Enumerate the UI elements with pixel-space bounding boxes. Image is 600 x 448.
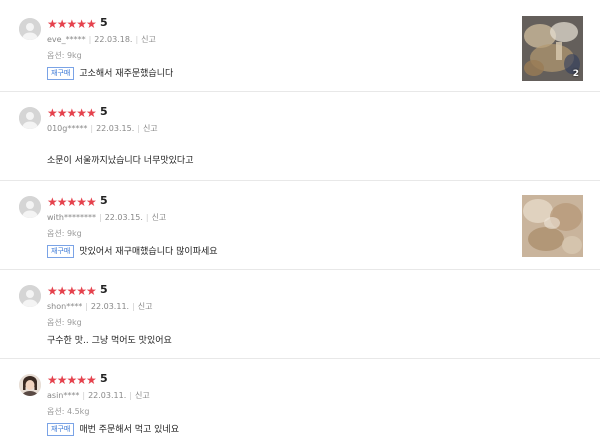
report-link[interactable]: 신고 (141, 35, 156, 44)
option-label: 옵션: 4.5kg (47, 407, 90, 416)
review-meta: with******** | 22.03.15. | 신고 (47, 212, 166, 223)
review-text: 매번 주문해서 먹고 있네요 (79, 425, 179, 435)
option-label: 옵션: 9kg (47, 229, 82, 238)
review-item: ★★★★★ 5 asin**** | 22.03.11. | 신고 옵션: 4.5kg … (0, 360, 600, 448)
divider: | (132, 302, 135, 311)
divider: | (82, 391, 86, 400)
report-link[interactable]: 신고 (135, 391, 150, 400)
report-link[interactable]: 신고 (143, 124, 158, 133)
star-rating: ★★★★★ (47, 17, 97, 31)
photo-image (522, 195, 583, 257)
review-meta: asin**** | 22.03.11. | 신고 (47, 390, 150, 401)
repurchase-badge: 재구매 (47, 423, 75, 436)
divider: | (129, 391, 132, 400)
review-text: 맛있어서 재구매했습니다 많이파세요 (79, 247, 218, 257)
review-text: 소문이 서울까지났습니다 너무맛있다고 (47, 156, 194, 166)
avatar (19, 107, 41, 129)
divider: | (88, 35, 92, 44)
user-id: asin**** (47, 391, 80, 400)
report-link[interactable]: 신고 (152, 213, 167, 222)
review-item: ★★★★★ 5 010g***** | 22.03.15. | 신고 소문이 서울까지났… (0, 93, 600, 181)
user-id: shon**** (47, 302, 83, 311)
review-date: 22.03.15. (104, 213, 143, 222)
review-list: ★★★★★ 5 eve_***** | 22.03.18. | 신고 옵션: 9kg 재… (0, 0, 600, 448)
review-meta: eve_***** | 22.03.18. | 신고 (47, 34, 156, 45)
review-date: 22.03.15. (96, 124, 135, 133)
review-content: 구수한 맛.. 그냥 먹어도 맛있어요 (47, 333, 172, 346)
divider: | (98, 213, 102, 222)
option-label: 옵션: 9kg (47, 51, 82, 60)
star-rating: ★★★★★ (47, 373, 97, 387)
star-rating: ★★★★★ (47, 284, 97, 298)
profile-photo-icon (19, 374, 41, 396)
review-meta: 010g***** | 22.03.15. | 신고 (47, 123, 158, 134)
avatar (19, 18, 41, 40)
review-meta: shon**** | 22.03.11. | 신고 (47, 301, 153, 312)
divider: | (85, 302, 88, 311)
divider: | (137, 124, 140, 133)
user-id: eve_***** (47, 35, 86, 44)
avatar (19, 374, 41, 396)
repurchase-badge: 재구매 (47, 245, 75, 258)
user-icon (19, 18, 41, 40)
review-content: 소문이 서울까지났습니다 너무맛있다고 (47, 153, 193, 166)
divider: | (145, 213, 149, 222)
user-icon (19, 196, 41, 218)
review-item: ★★★★★ 5 shon**** | 22.03.11. | 신고 옵션: 9kg 구수… (0, 271, 600, 359)
review-content: 재구매 맛있어서 재구매했습니다 많이파세요 (47, 244, 218, 258)
avatar (19, 285, 41, 307)
user-id: with******** (47, 213, 96, 222)
user-id: 010g***** (47, 124, 88, 133)
review-photo-thumbnail[interactable] (522, 195, 583, 260)
review-photo-thumbnail[interactable]: 2 (522, 16, 583, 81)
photo-count: 2 (572, 69, 579, 79)
report-link[interactable]: 신고 (138, 302, 153, 311)
review-content: 재구매 매번 주문해서 먹고 있네요 (47, 422, 179, 436)
review-date: 22.03.11. (90, 302, 130, 311)
star-rating: ★★★★★ (47, 106, 97, 120)
rating-score: 5 (100, 194, 108, 207)
review-item: ★★★★★ 5 with******** | 22.03.15. | 신고 옵션: 9k… (0, 182, 600, 270)
review-date: 22.03.11. (88, 391, 127, 400)
divider: | (90, 124, 94, 133)
user-icon (19, 107, 41, 129)
rating-score: 5 (100, 372, 108, 385)
rating-score: 5 (100, 283, 108, 296)
user-icon (19, 285, 41, 307)
repurchase-badge: 재구매 (47, 67, 75, 80)
review-text: 고소해서 재주문했습니다 (79, 69, 174, 79)
review-text: 구수한 맛.. 그냥 먹어도 맛있어요 (47, 336, 172, 346)
review-date: 22.03.18. (94, 35, 133, 44)
divider: | (135, 35, 139, 44)
review-content: 재구매 고소해서 재주문했습니다 (47, 66, 173, 80)
star-rating: ★★★★★ (47, 195, 97, 209)
rating-score: 5 (100, 105, 108, 118)
rating-score: 5 (100, 16, 108, 29)
option-label: 옵션: 9kg (47, 318, 82, 327)
review-item: ★★★★★ 5 eve_***** | 22.03.18. | 신고 옵션: 9kg 재… (0, 4, 600, 92)
avatar (19, 196, 41, 218)
